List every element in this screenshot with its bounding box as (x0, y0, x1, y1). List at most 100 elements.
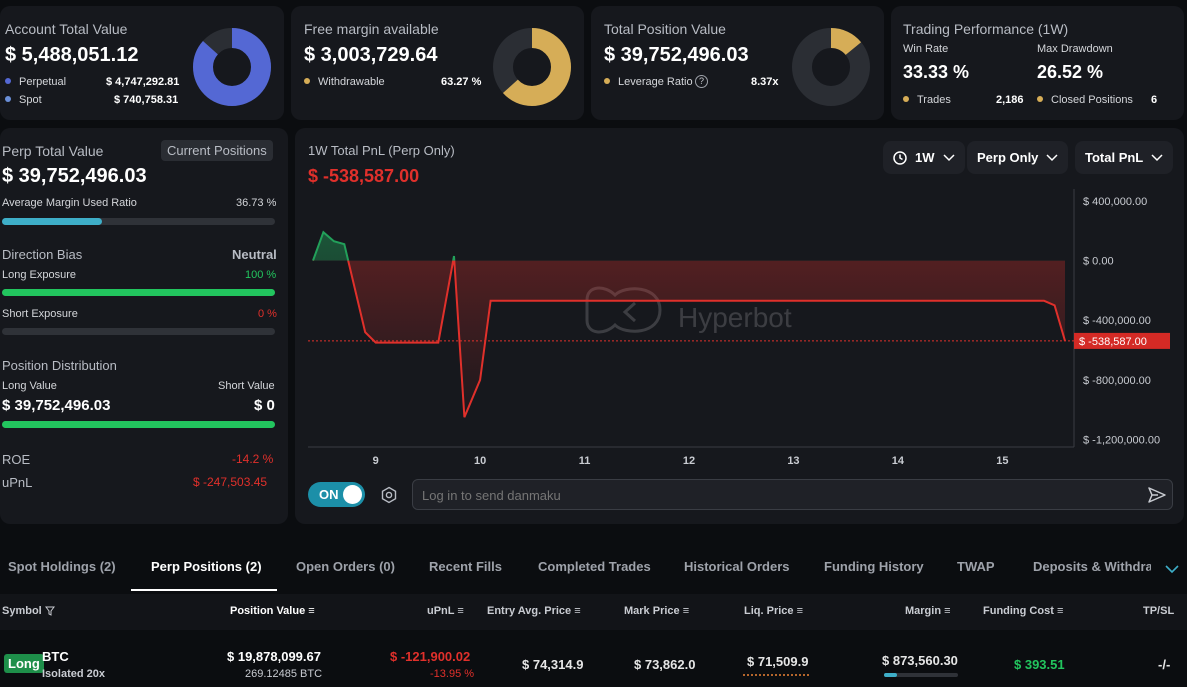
max-drawdown-value: 26.52 % (1037, 62, 1104, 82)
col-mark-price[interactable]: Mark Price ≡ (624, 605, 689, 617)
row-tpsl[interactable]: -/- (1158, 657, 1170, 672)
row-liq-price: $ 71,509.9 (747, 654, 809, 669)
col-entry-price[interactable]: Entry Avg. Price ≡ (487, 605, 581, 617)
scope-dropdown-label: Perp Only (977, 150, 1039, 165)
tab-twap[interactable]: TWAP (957, 559, 995, 574)
row-symbol[interactable]: BTC (42, 649, 69, 664)
col-symbol[interactable]: Symbol (2, 605, 55, 617)
roe-value: -14.2 % (232, 452, 274, 466)
col-liq-price[interactable]: Liq. Price ≡ (744, 605, 803, 617)
y-tick-label: $ 0.00 (1083, 256, 1114, 268)
col-funding-cost[interactable]: Funding Cost ≡ (983, 605, 1063, 617)
tab-perp-positions[interactable]: Perp Positions (2) (151, 559, 262, 574)
performance-title: Trading Performance (1W) (903, 21, 1069, 37)
y-tick-label: $ 400,000.00 (1083, 196, 1147, 208)
margin-bar-fill (884, 673, 898, 677)
total-position-card: Total Position Value $ 39,752,496.03 Lev… (591, 6, 884, 120)
x-tick-label: 11 (579, 455, 591, 467)
tabs-more-chevron-icon[interactable] (1165, 565, 1179, 574)
chevron-down-icon (942, 153, 955, 161)
account-total-title: Account Total Value (5, 21, 128, 37)
withdrawable-value: 63.27 % (441, 76, 482, 88)
send-icon[interactable] (1147, 485, 1167, 505)
chevron-down-icon (1151, 153, 1163, 161)
margin-ratio-bar-fill (2, 218, 103, 225)
trades-label: Trades (903, 94, 951, 106)
leverage-help-icon[interactable]: ? (695, 75, 708, 88)
chevron-down-icon (1046, 153, 1058, 161)
long-exposure-bar (2, 289, 275, 296)
metric-dropdown[interactable]: Total PnL (1075, 141, 1174, 174)
short-value-label: Short Value (218, 380, 275, 392)
sort-icon: ≡ (796, 605, 804, 617)
danmaku-input[interactable] (422, 486, 1122, 504)
withdrawable-dot (304, 78, 310, 85)
margin-ratio-bar (2, 218, 275, 225)
x-tick-label: 12 (683, 455, 695, 467)
total-position-value: $ 39,752,496.03 (604, 44, 749, 66)
col-margin[interactable]: Margin ≡ (905, 605, 951, 617)
period-dropdown[interactable]: 1W (883, 141, 965, 174)
long-exposure-value: 100 % (245, 269, 277, 281)
sort-icon: ≡ (944, 605, 951, 617)
spot-value: $ 740,758.31 (114, 94, 179, 106)
clock-icon (893, 150, 907, 165)
tab-recent-fills[interactable]: Recent Fills (429, 559, 502, 574)
leverage-label: Leverage Ratio (604, 76, 693, 88)
perpetual-dot (5, 78, 11, 85)
svg-text:Hyperbot: Hyperbot (678, 302, 792, 333)
side-badge: Long (4, 654, 44, 673)
long-value-amount: $ 39,752,496.03 (2, 397, 111, 414)
col-upnl[interactable]: uPnL ≡ (427, 605, 464, 617)
upnl-value: $ -247,503.45 (193, 475, 268, 489)
tab-funding-history[interactable]: Funding History (824, 559, 924, 574)
settings-icon[interactable] (380, 486, 398, 504)
closed-positions-value: 6 (1151, 94, 1158, 106)
perp-total-value: $ 39,752,496.03 (2, 165, 147, 187)
danmaku-input-box[interactable] (412, 479, 1173, 510)
row-margin: $ 873,560.30 (882, 653, 958, 668)
x-tick-label: 10 (474, 455, 486, 467)
account-total-value: $ 5,488,051.12 (5, 44, 139, 66)
row-funding-cost: $ 393.51 (1014, 657, 1065, 672)
upnl-label: uPnL (2, 475, 33, 490)
long-value-label: Long Value (2, 380, 57, 392)
distribution-bar-fill (2, 421, 275, 428)
danmaku-toggle[interactable]: ON (308, 482, 365, 507)
col-position-value[interactable]: Position Value ≡ (230, 605, 315, 617)
y-tick-label: $ -1,200,000.00 (1083, 435, 1160, 447)
tab-spot-holdings[interactable]: Spot Holdings (2) (8, 559, 116, 574)
sort-icon: ≡ (1056, 605, 1064, 617)
closed-positions-dot (1037, 96, 1043, 103)
short-exposure-label: Short Exposure (2, 308, 78, 320)
tab-open-orders[interactable]: Open Orders (0) (296, 559, 395, 574)
free-margin-title: Free margin available (304, 21, 439, 37)
scope-dropdown[interactable]: Perp Only (967, 141, 1069, 174)
tab-deposits-withdrawals[interactable]: Deposits & Withdraw (1033, 559, 1151, 574)
win-rate-label: Win Rate (903, 43, 949, 55)
sort-icon: ≡ (574, 605, 581, 617)
free-margin-card: Free margin available $ 3,003,729.64 Wit… (291, 6, 584, 120)
row-upnl: $ -121,900.02 (390, 649, 471, 664)
danmaku-toggle-label: ON (319, 487, 339, 502)
long-exposure-bar-fill (2, 289, 275, 296)
current-value-label: $ -538,587.00 (1079, 336, 1147, 348)
pnl-area-chart[interactable]: Hyperbot $ 400,000.00 $ 0.00 $ -400,000.00… (295, 185, 1184, 475)
tab-completed-trades[interactable]: Completed Trades (538, 559, 651, 574)
distribution-bar (2, 421, 275, 428)
perp-total-title: Perp Total Value (2, 143, 104, 159)
margin-bar (884, 673, 958, 677)
toggle-knob (343, 485, 362, 504)
short-exposure-bar (2, 328, 275, 335)
account-total-card: Account Total Value $ 5,488,051.12 Perpe… (0, 6, 284, 120)
margin-donut-chart (493, 28, 571, 106)
table-row[interactable] (0, 634, 1187, 687)
filter-icon[interactable] (44, 606, 55, 616)
direction-bias-label: Direction Bias (2, 247, 83, 262)
tab-historical-orders[interactable]: Historical Orders (684, 559, 790, 574)
row-position-size: 269.12485 BTC (245, 668, 323, 680)
row-upnl-pct: -13.95 % (430, 668, 475, 680)
short-exposure-value: 0 % (258, 308, 277, 320)
row-mode: Isolated 20x (42, 668, 105, 680)
current-positions-badge[interactable]: Current Positions (161, 140, 273, 161)
